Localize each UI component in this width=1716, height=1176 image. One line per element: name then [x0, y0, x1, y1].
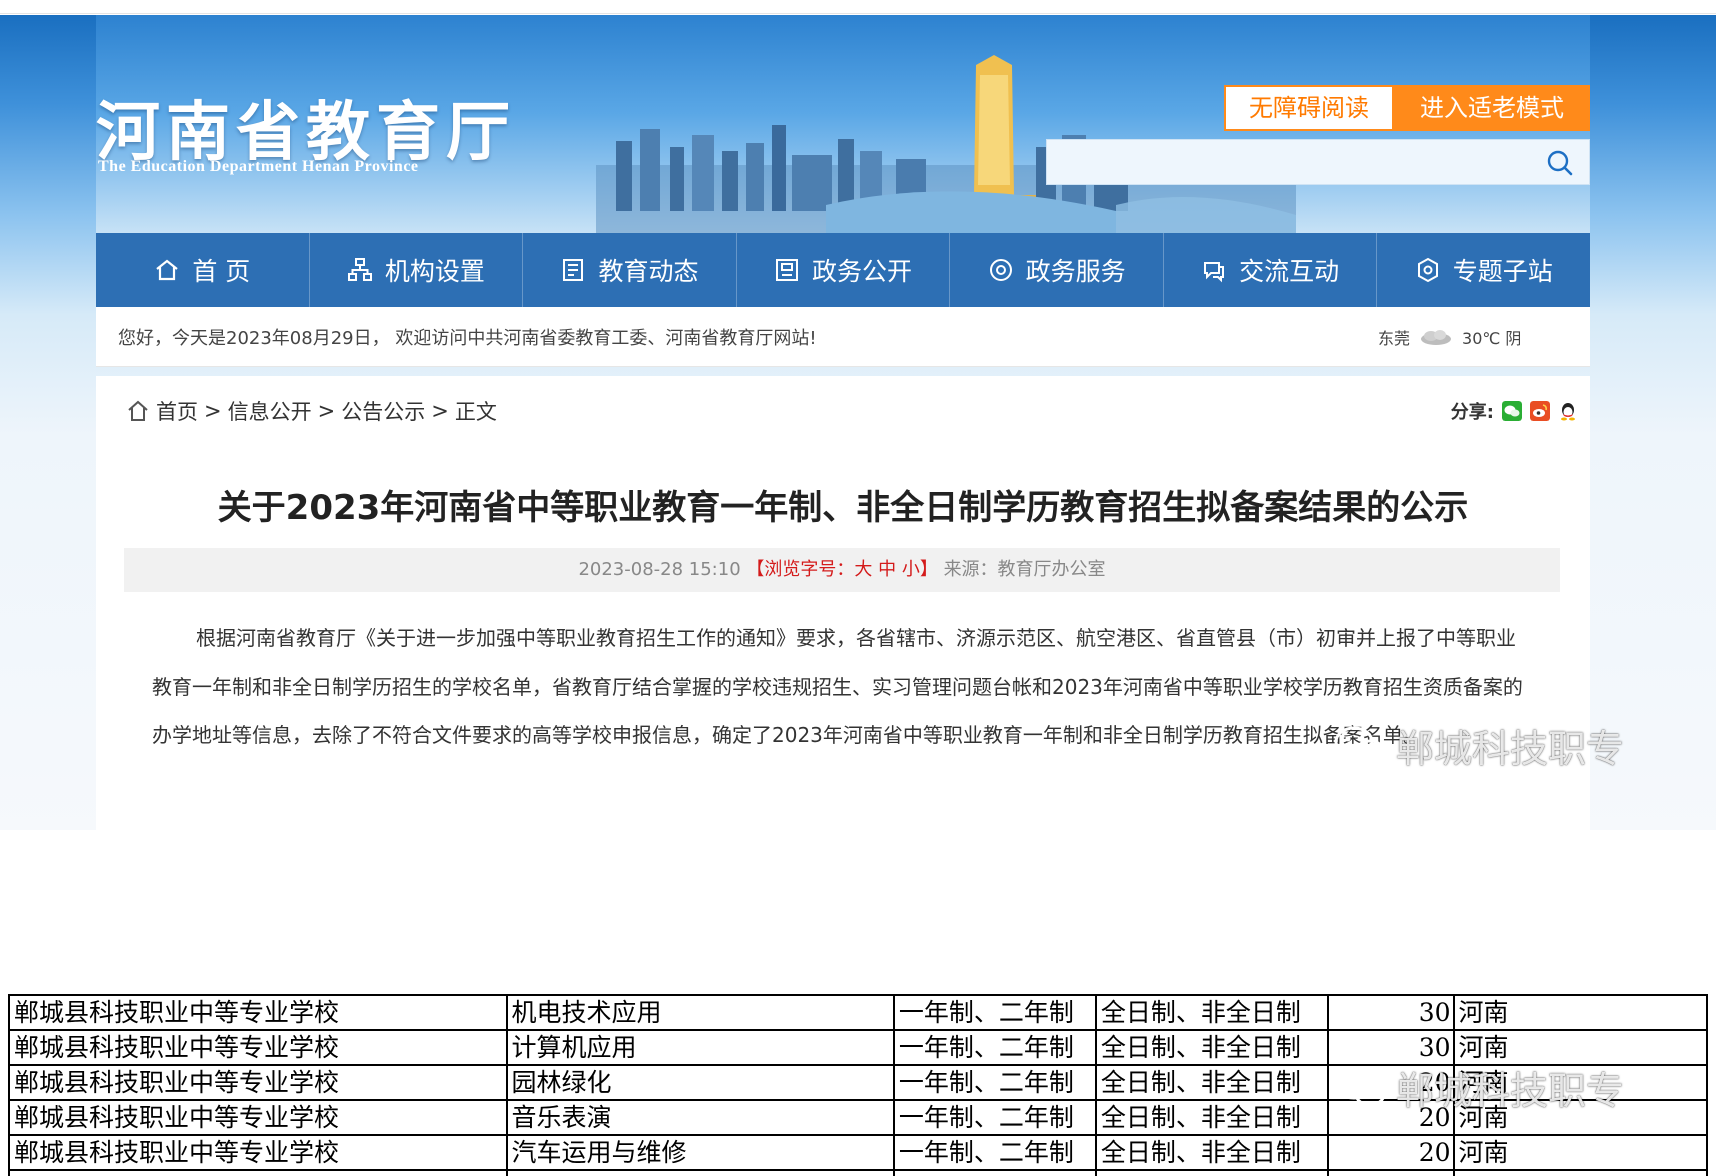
table-cell: 音乐表演	[505, 1099, 895, 1136]
nav-item-gov-info[interactable]: 政务公开	[737, 233, 951, 307]
gov-info-icon	[776, 259, 799, 281]
nav-item-label: 交流互动	[1239, 257, 1340, 286]
breadcrumb-home[interactable]: 首页	[156, 396, 198, 426]
table-cell	[1094, 1169, 1329, 1176]
org-chart-icon	[347, 258, 372, 281]
accessibility-reading-button[interactable]: 无障碍阅读	[1224, 85, 1394, 131]
watermark: 郸城科技职专	[1330, 1060, 1624, 1115]
share-label: 分享:	[1450, 402, 1494, 423]
weather-city: 东莞	[1378, 329, 1411, 348]
table-cell: 一年制、二年制	[892, 1099, 1097, 1136]
qq-icon[interactable]	[1558, 401, 1578, 421]
article-title: 关于2023年河南省中等职业教育一年制、非全日制学历教育招生拟备案结果的公示	[217, 488, 1469, 528]
table-cell: 全日制、非全日制	[1094, 1064, 1329, 1101]
table-cell: 全日制、非全日制	[1094, 1134, 1329, 1171]
breadcrumb-separator: >	[204, 399, 222, 423]
breadcrumb-current: 正文	[454, 400, 497, 424]
table-cell: 一年制、二年制	[892, 994, 1097, 1031]
table-cell: 计算机应用	[505, 1029, 895, 1066]
nav-item-label: 首 页	[192, 257, 251, 286]
table-cell	[8, 1169, 508, 1176]
table-cell: 郸城县科技职业中等专业学校	[8, 1064, 508, 1101]
watermark-text: 郸城科技职专	[1396, 1069, 1625, 1113]
topic-icon	[1417, 257, 1438, 283]
weather-widget: 东莞 30℃ 阴	[1378, 325, 1521, 349]
watermark: 郸城科技职专	[1330, 718, 1624, 773]
nav-item-label: 机构设置	[384, 257, 485, 286]
cloudy-icon	[1421, 330, 1452, 345]
article-meta: 2023-08-28 15:10 【浏览字号：大 中 小】 来源：教育厅办公室	[124, 548, 1560, 592]
breadcrumb: 首页 > 信息公开 > 公告公示 > 正文	[126, 396, 497, 426]
table-cell: 全日制、非全日制	[1094, 994, 1329, 1031]
browser-top-strip	[0, 0, 1716, 14]
nav-item-gov-service[interactable]: 政务服务	[950, 233, 1164, 307]
nav-item-label: 政务公开	[812, 257, 913, 286]
site-subtitle: The Education Department Henan Province	[98, 158, 419, 175]
nav-item-education-news[interactable]: 教育动态	[523, 233, 737, 307]
table-cell: 河南	[1452, 1134, 1708, 1171]
wechat-icon[interactable]	[1502, 401, 1522, 421]
table-cell: 全日制、非全日制	[1094, 1029, 1329, 1066]
table-cell: 全日制、非全日制	[1094, 1099, 1329, 1136]
table-row	[8, 1169, 1708, 1176]
webpage-screenshot: 河南省教育厅 The Education Department Henan Pr…	[0, 0, 1716, 830]
wechat-watermark-icon	[1334, 726, 1386, 764]
weather-temperature: 30℃ 阴	[1462, 329, 1522, 348]
search-input[interactable]	[1046, 139, 1590, 185]
interaction-icon	[1204, 262, 1225, 283]
table-cell: 一年制、二年制	[892, 1029, 1097, 1066]
table-cell: 机电技术应用	[505, 994, 895, 1031]
main-nav: 首 页 机构设置 教育动态 政务公开 政务服务 交流互动 专题子站	[96, 233, 1590, 307]
article-datetime: 2023-08-28 15:10	[578, 559, 741, 580]
table-cell: 郸城县科技职业中等专业学校	[8, 994, 508, 1031]
breadcrumb-separator: >	[431, 399, 449, 423]
table-cell	[892, 1169, 1097, 1176]
font-size-switcher[interactable]: 【浏览字号：大 中 小】	[746, 559, 937, 580]
search-icon[interactable]	[1545, 148, 1575, 178]
share-bar: 分享:	[1451, 398, 1578, 424]
table-cell: 郸城县科技职业中等专业学校	[8, 1099, 508, 1136]
table-cell	[505, 1169, 895, 1176]
news-icon	[563, 259, 584, 281]
wechat-watermark-icon	[1334, 1068, 1386, 1106]
article-body: 根据河南省教育厅《关于进一步加强中等职业教育招生工作的通知》要求，各省辖市、济源…	[152, 626, 1523, 747]
watermark-text: 郸城科技职专	[1396, 727, 1625, 771]
nav-item-home[interactable]: 首 页	[96, 233, 310, 307]
nav-item-topic-sites[interactable]: 专题子站	[1377, 233, 1590, 307]
table-cell: 园林绿化	[505, 1064, 895, 1101]
weibo-icon[interactable]	[1530, 401, 1550, 421]
elder-mode-button[interactable]: 进入适老模式	[1394, 85, 1590, 131]
breadcrumb-info-disclosure[interactable]: 信息公开	[228, 396, 312, 426]
table-cell: 一年制、二年制	[892, 1134, 1097, 1171]
nav-item-interaction[interactable]: 交流互动	[1164, 233, 1378, 307]
service-icon	[989, 259, 1012, 281]
table-row: 郸城县科技职业中等专业学校 机电技术应用 一年制、二年制 全日制、非全日制 30 河南	[8, 994, 1708, 1031]
table-cell	[1326, 1169, 1455, 1176]
welcome-text: 您好，今天是2023年08月29日， 欢迎访问中共河南省委教育工委、河南省教育厅…	[118, 328, 817, 349]
home-icon[interactable]	[126, 399, 150, 423]
nav-item-label: 政务服务	[1025, 257, 1126, 286]
breadcrumb-separator: >	[317, 399, 336, 423]
home-icon	[156, 259, 178, 281]
table-cell: 郸城县科技职业中等专业学校	[8, 1134, 508, 1171]
table-cell	[1452, 1169, 1708, 1176]
breadcrumb-announcements[interactable]: 公告公示	[341, 396, 425, 426]
table-row: 郸城县科技职业中等专业学校 汽车运用与维修 一年制、二年制 全日制、非全日制 20 河南	[8, 1134, 1708, 1171]
table-cell: 河南	[1452, 994, 1708, 1031]
welcome-bar: 您好，今天是2023年08月29日， 欢迎访问中共河南省委教育工委、河南省教育厅…	[96, 307, 1590, 367]
table-cell: 20	[1326, 1134, 1455, 1171]
nav-item-label: 专题子站	[1452, 257, 1553, 286]
nav-item-label: 教育动态	[598, 257, 699, 286]
table-cell: 汽车运用与维修	[505, 1134, 895, 1171]
table-screenshot: 郸城县科技职业中等专业学校 机电技术应用 一年制、二年制 全日制、非全日制 30 河南 郸城…	[8, 994, 1708, 1176]
table-cell: 一年制、二年制	[892, 1064, 1097, 1101]
table-cell: 郸城县科技职业中等专业学校	[8, 1029, 508, 1066]
nav-item-organization[interactable]: 机构设置	[310, 233, 524, 307]
table-cell: 30	[1326, 994, 1455, 1031]
site-header: 河南省教育厅 The Education Department Henan Pr…	[96, 15, 1590, 233]
article-source: 来源：教育厅办公室	[943, 559, 1106, 580]
